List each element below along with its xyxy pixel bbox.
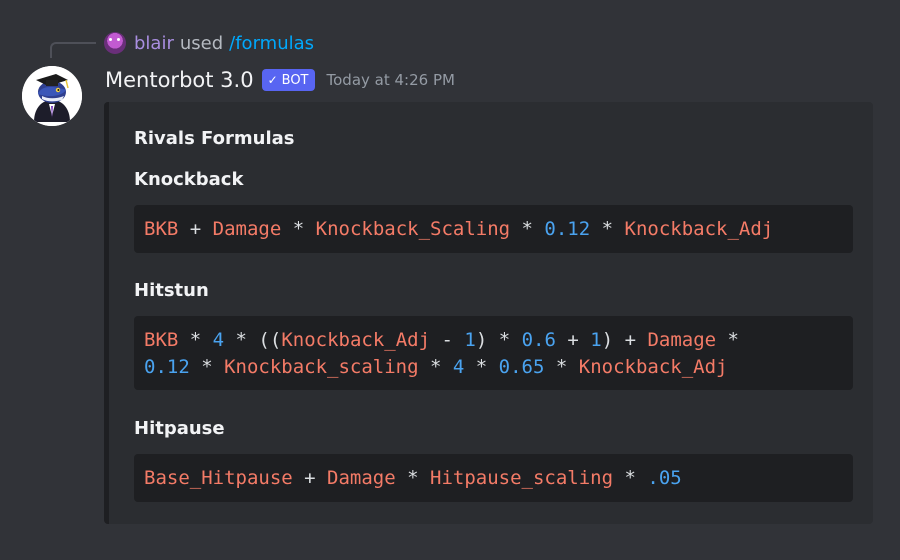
bot-username[interactable]: Mentorbot 3.0 bbox=[105, 68, 254, 92]
reply-verb: used bbox=[179, 32, 224, 54]
code-line: Base_Hitpause + Damage * Hitpause_scalin… bbox=[144, 465, 843, 492]
embed-card: Rivals Formulas Knockback BKB + Damage *… bbox=[104, 102, 873, 524]
code-block-hitstun[interactable]: BKB * 4 * ((Knockback_Adj - 1) * 0.6 + 1… bbox=[134, 316, 853, 390]
code-block-hitpause[interactable]: Base_Hitpause + Damage * Hitpause_scalin… bbox=[134, 454, 853, 502]
message-header: Mentorbot 3.0 ✓ BOT Today at 4:26 PM bbox=[105, 64, 455, 96]
code-variable: Damage bbox=[212, 218, 282, 240]
code-variable: BKB bbox=[144, 218, 179, 240]
code-operator: * bbox=[418, 356, 453, 378]
code-number: 0.65 bbox=[498, 356, 545, 378]
code-variable: Knockback_Adj bbox=[578, 356, 728, 378]
field-name-knockback: Knockback bbox=[134, 169, 244, 190]
reply-connector bbox=[50, 42, 96, 58]
code-variable: Knockback_Scaling bbox=[315, 218, 511, 240]
code-operator: * bbox=[590, 218, 625, 240]
code-variable: Damage bbox=[327, 467, 396, 489]
code-operator: * (( bbox=[224, 329, 282, 351]
code-variable: Knockback_scaling bbox=[224, 356, 419, 378]
code-variable: Knockback_Adj bbox=[624, 218, 774, 240]
code-operator: * bbox=[178, 329, 213, 351]
code-line: BKB + Damage * Knockback_Scaling * 0.12 … bbox=[144, 216, 843, 243]
code-number: 0.6 bbox=[521, 329, 556, 351]
code-line: 0.12 * Knockback_scaling * 4 * 0.65 * Kn… bbox=[144, 354, 843, 381]
code-operator: * bbox=[716, 329, 739, 351]
embed-title: Rivals Formulas bbox=[134, 128, 295, 149]
field-name-hitpause: Hitpause bbox=[134, 418, 225, 439]
code-number: 4 bbox=[452, 356, 465, 378]
code-block-knockback[interactable]: BKB + Damage * Knockback_Scaling * 0.12 … bbox=[134, 205, 853, 253]
code-operator: + bbox=[555, 329, 591, 351]
bot-badge-label: BOT bbox=[281, 72, 309, 88]
code-operator: * bbox=[189, 356, 225, 378]
code-number: 4 bbox=[212, 329, 225, 351]
code-variable: Hitpause_scaling bbox=[430, 467, 614, 489]
code-operator: * bbox=[544, 356, 579, 378]
code-operator: + bbox=[292, 467, 328, 489]
reply-user-avatar[interactable] bbox=[104, 32, 126, 54]
code-number: 1 bbox=[464, 329, 476, 351]
bot-badge: ✓ BOT bbox=[261, 69, 315, 91]
slash-command-link[interactable]: /formulas bbox=[229, 33, 314, 54]
code-operator: - bbox=[430, 329, 465, 351]
bot-avatar-image bbox=[22, 66, 82, 126]
code-number: 1 bbox=[590, 329, 602, 351]
message-timestamp[interactable]: Today at 4:26 PM bbox=[327, 71, 455, 89]
code-variable: Base_Hitpause bbox=[144, 467, 293, 489]
code-number: 0.12 bbox=[144, 356, 190, 378]
code-line: BKB * 4 * ((Knockback_Adj - 1) * 0.6 + 1… bbox=[144, 327, 843, 354]
checkmark-icon: ✓ bbox=[267, 73, 278, 87]
code-operator: ) * bbox=[475, 329, 522, 351]
field-name-hitstun: Hitstun bbox=[134, 280, 209, 301]
code-operator: * bbox=[613, 467, 648, 489]
code-operator: * bbox=[510, 218, 545, 240]
code-operator: ) + bbox=[601, 329, 648, 351]
code-variable: Damage bbox=[647, 329, 717, 351]
reply-username[interactable]: blair bbox=[134, 33, 174, 54]
code-operator: * bbox=[281, 218, 316, 240]
code-operator: * bbox=[395, 467, 431, 489]
code-number: .05 bbox=[647, 467, 682, 489]
code-number: 0.12 bbox=[544, 218, 591, 240]
code-operator: + bbox=[178, 218, 213, 240]
bot-avatar[interactable] bbox=[22, 66, 82, 126]
code-variable: Knockback_Adj bbox=[281, 329, 431, 351]
reply-reference[interactable]: blair used /formulas bbox=[104, 32, 314, 54]
code-operator: * bbox=[464, 356, 499, 378]
code-variable: BKB bbox=[144, 329, 179, 351]
